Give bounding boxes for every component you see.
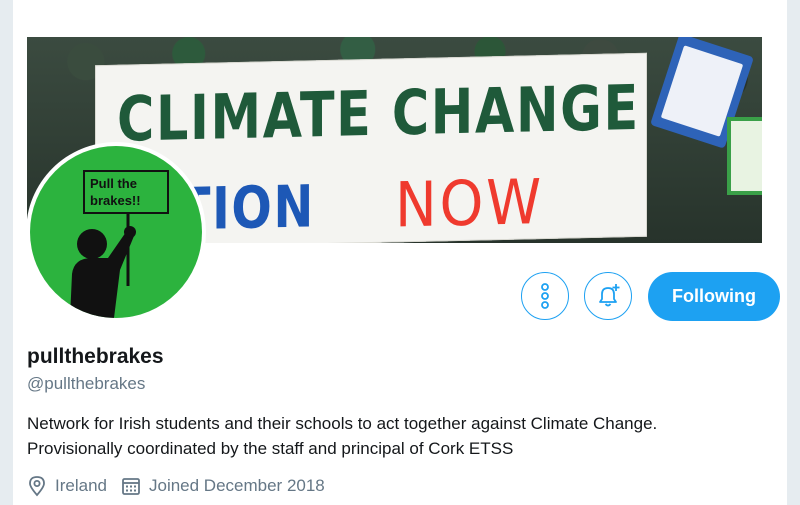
avatar-image: Pull the brakes!! [30, 146, 202, 318]
more-options-button[interactable] [521, 272, 569, 320]
calendar-icon [122, 478, 140, 495]
location-pin-icon [29, 476, 45, 497]
banner-text-line1: CLIMATE CHANGE [117, 70, 640, 156]
profile-meta: Ireland Joined December 2018 [27, 474, 339, 498]
bell-plus-icon [599, 284, 620, 307]
bio-line: Network for Irish students and their sch… [27, 414, 658, 433]
bio-line: Provisionally coordinated by the staff a… [27, 439, 514, 458]
avatar[interactable]: Pull the brakes!! [26, 142, 206, 322]
following-button[interactable]: Following [648, 272, 780, 321]
banner-text-now: NOW [395, 165, 544, 242]
profile-bio: Network for Irish students and their sch… [27, 411, 767, 461]
more-vertical-icon [541, 283, 549, 309]
display-name: pullthebrakes [27, 345, 164, 368]
protester-silhouette-icon [70, 214, 136, 318]
user-handle: @pullthebrakes [27, 374, 146, 393]
banner-green-sign [727, 117, 762, 195]
notifications-button[interactable] [584, 272, 632, 320]
joined-item: Joined December 2018 [121, 476, 325, 496]
location-text: Ireland [55, 476, 107, 495]
location-item: Ireland [27, 475, 107, 497]
joined-date-text: Joined December 2018 [148, 476, 325, 495]
